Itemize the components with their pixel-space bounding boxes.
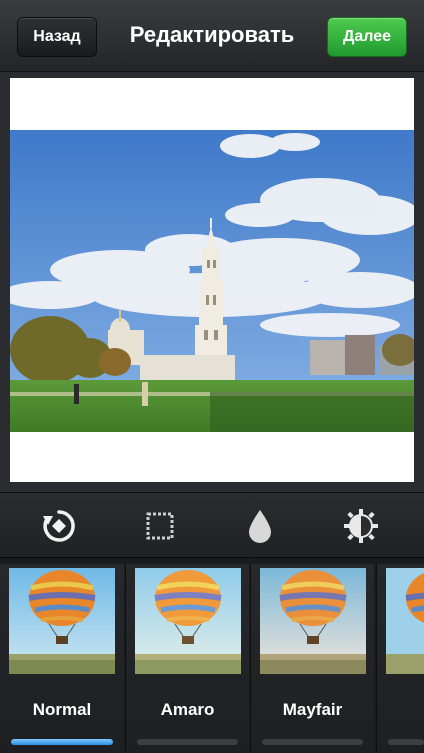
filter-indicator (388, 739, 424, 745)
edit-screen: Назад Редактировать Далее Normal Amaro M… (0, 0, 424, 753)
photo-frame (10, 78, 414, 482)
back-button[interactable]: Назад (17, 17, 97, 57)
filter-next-partial[interactable] (376, 564, 424, 753)
filter-selected-indicator (11, 739, 113, 745)
photo-area (0, 72, 424, 492)
filter-label: Amaro (160, 700, 215, 719)
filter-normal[interactable]: Normal (0, 564, 124, 753)
next-button[interactable]: Далее (327, 17, 407, 57)
rotate-icon[interactable] (39, 506, 79, 546)
filter-thumbnail (135, 568, 241, 674)
frame-icon[interactable] (140, 506, 180, 546)
filter-strip: Normal Amaro Mayfair (0, 558, 424, 753)
filter-indicator (262, 739, 363, 745)
filter-indicator (137, 739, 238, 745)
photo-preview (10, 130, 414, 432)
blur-drop-icon[interactable] (240, 506, 280, 546)
filter-thumbnail (9, 568, 115, 674)
filter-label: Normal (32, 700, 92, 719)
filter-thumbnail (260, 568, 366, 674)
brightness-icon[interactable] (341, 506, 381, 546)
filter-thumbnail (386, 568, 424, 674)
filter-mayfair[interactable]: Mayfair (250, 564, 374, 753)
edit-toolbar (0, 492, 424, 558)
top-bar: Назад Редактировать Далее (0, 0, 424, 72)
page-title: Редактировать (129, 22, 295, 47)
filter-amaro[interactable]: Amaro (125, 564, 249, 753)
filter-label: Mayfair (282, 700, 343, 719)
